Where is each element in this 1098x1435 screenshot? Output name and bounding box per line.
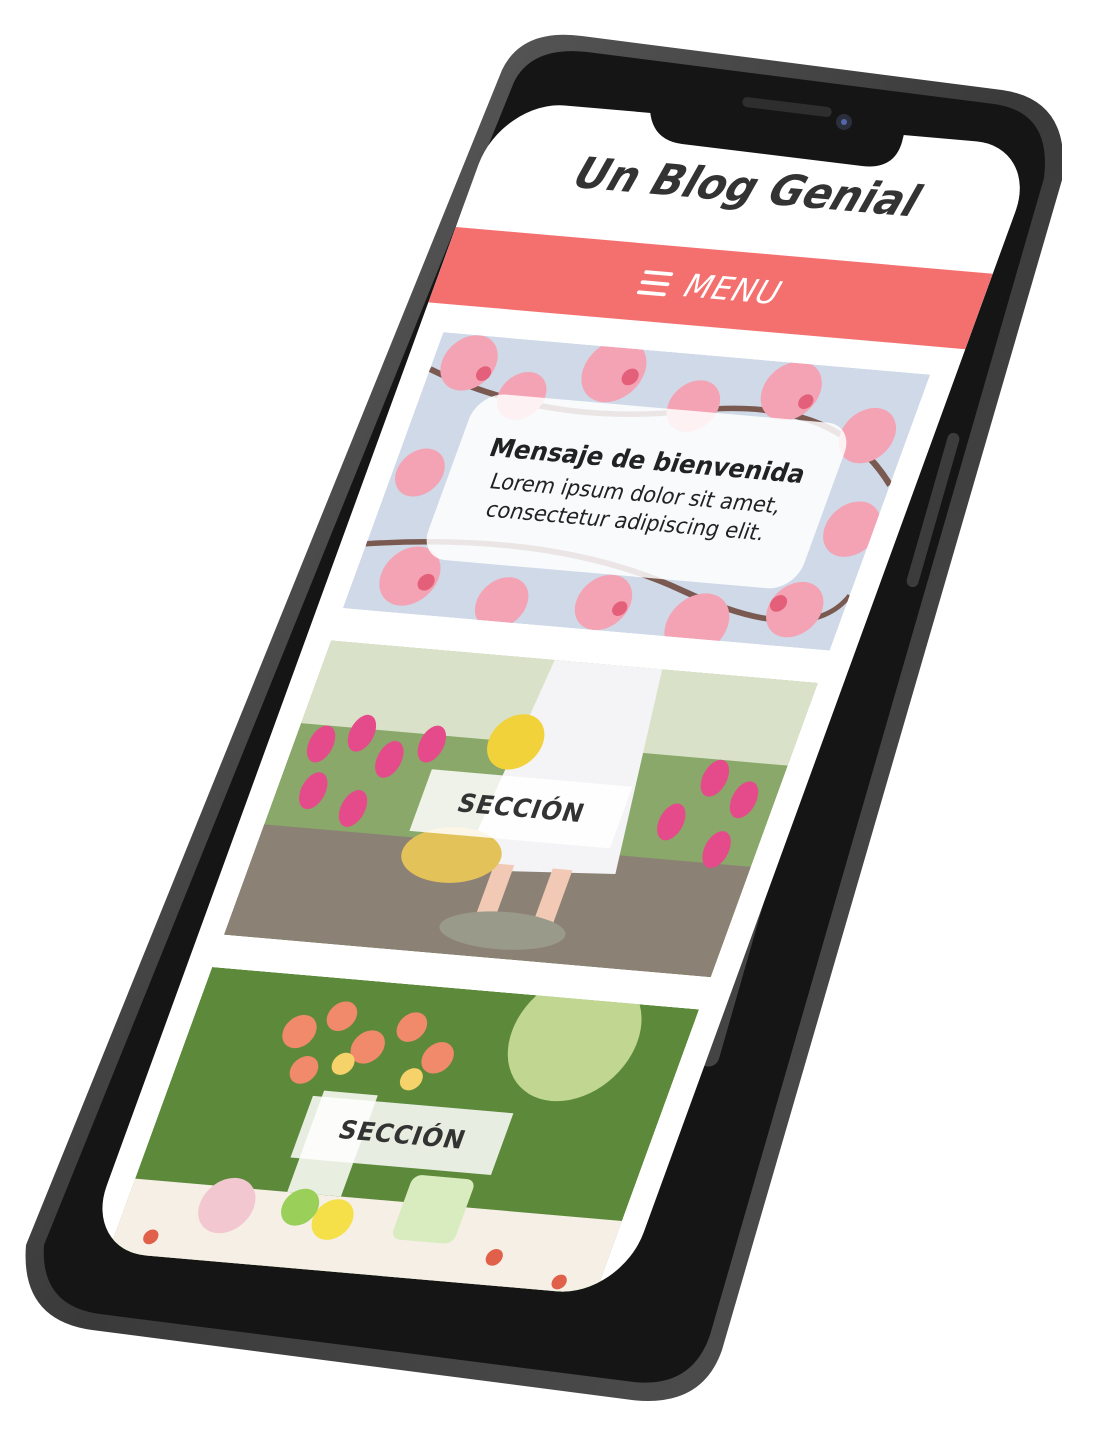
hamburger-icon[interactable] xyxy=(636,270,675,297)
blog-title[interactable]: Un Blog Genial xyxy=(470,139,1025,235)
section-card-2[interactable]: SECCIÓN xyxy=(104,966,700,1297)
section-card-1[interactable]: SECCIÓN xyxy=(223,640,818,978)
welcome-box: Mensaje de bienvenida Lorem ipsum dolor … xyxy=(418,392,855,591)
menu-label[interactable]: MENU xyxy=(679,268,787,313)
phone-mockup: Un Blog Genial MENU Mensaje de bienvenid… xyxy=(22,30,1062,1410)
menu-bar[interactable]: MENU xyxy=(428,226,993,350)
hero-card: Mensaje de bienvenida Lorem ipsum dolor … xyxy=(342,332,931,651)
